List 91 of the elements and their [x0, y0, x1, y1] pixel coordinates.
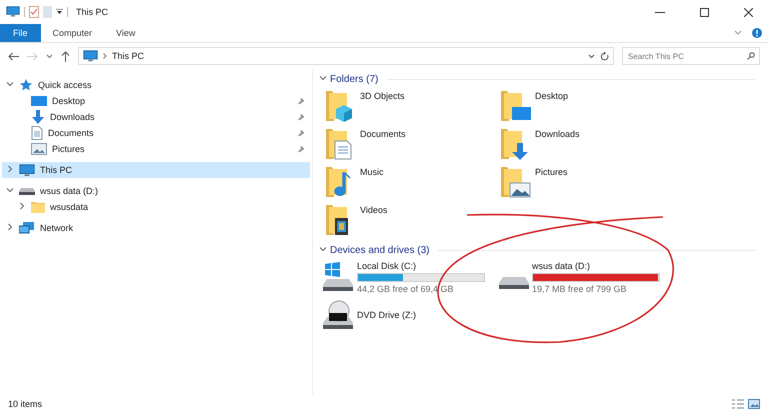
computer-icon	[19, 164, 35, 176]
pin-icon[interactable]	[297, 98, 304, 104]
nav-label: Pictures	[52, 144, 86, 154]
chevron-icon[interactable]	[46, 54, 53, 58]
drive-item[interactable]: DVD Drive (Z:)	[323, 296, 498, 334]
maximize-icon	[700, 8, 708, 16]
drive-icon	[19, 187, 35, 195]
folder-label: Videos	[360, 204, 388, 215]
chevron-icon[interactable]	[319, 245, 327, 253]
nav-label: This PC	[40, 165, 74, 175]
chevron-icon[interactable]	[6, 165, 14, 173]
large-icons-view-icon[interactable]	[748, 399, 760, 409]
dvd-drive-icon	[323, 299, 355, 331]
folder-item[interactable]: Desktop	[498, 87, 673, 125]
up-icon[interactable]	[61, 50, 70, 62]
drive-label: Local Disk (C:)	[357, 260, 418, 270]
folder-item[interactable]: Videos	[323, 201, 498, 239]
window-title: This PC	[76, 7, 108, 17]
section-header[interactable]: Folders (7)	[319, 71, 756, 87]
properties-icon[interactable]	[29, 6, 39, 18]
nav-item[interactable]: Desktop	[2, 93, 310, 109]
ribbon-tab[interactable]: File	[0, 24, 41, 42]
ribbon-tab[interactable]: View	[104, 24, 148, 42]
nav-label: Quick access	[38, 80, 93, 90]
nav-label: Documents	[48, 128, 95, 138]
drive-icon	[323, 261, 355, 293]
folder-icon	[498, 89, 532, 123]
down-arrow-icon	[31, 110, 45, 124]
drive-label: DVD Drive (Z:)	[357, 310, 417, 320]
folder-label: Music	[360, 166, 384, 177]
search-icon	[747, 52, 755, 60]
details-view-icon[interactable]	[732, 399, 744, 409]
computer-icon	[6, 6, 20, 18]
network-icon	[19, 221, 35, 235]
computer-icon	[83, 50, 98, 62]
back-icon[interactable]	[8, 52, 19, 60]
pin-icon[interactable]	[297, 130, 304, 136]
dropdown-icon[interactable]	[56, 9, 63, 15]
section-title: Folders (7)	[330, 74, 378, 84]
chevron-icon[interactable]	[588, 54, 595, 58]
address-bar[interactable]: This PC	[78, 47, 614, 65]
drive-icon	[499, 277, 529, 289]
nav-label: wsus data (D:)	[40, 186, 100, 196]
chevron-icon[interactable]	[6, 80, 14, 88]
close-icon	[744, 8, 752, 16]
chevron-icon	[103, 53, 107, 59]
pin-icon[interactable]	[297, 146, 304, 152]
nav-item[interactable]: wsus data (D:)	[2, 183, 310, 199]
nav-item[interactable]: wsusdata	[2, 199, 310, 215]
folder-label: Documents	[360, 128, 406, 139]
nav-label: Desktop	[52, 96, 86, 106]
folder-label: Desktop	[535, 90, 568, 101]
desktop-icon	[31, 95, 47, 107]
pin-icon[interactable]	[297, 114, 304, 120]
nav-label: Downloads	[50, 112, 96, 122]
nav-item[interactable]: Downloads	[2, 109, 310, 125]
breadcrumb[interactable]: This PC	[112, 51, 144, 61]
document-icon	[31, 126, 43, 140]
nav-item[interactable]: Quick access	[2, 77, 310, 93]
search-field[interactable]: Search This PC	[622, 47, 760, 65]
folder-item[interactable]: Pictures	[498, 163, 673, 201]
ribbon-tab[interactable]: Computer	[40, 24, 104, 42]
help-icon[interactable]	[752, 28, 762, 38]
refresh-icon[interactable]	[600, 51, 609, 61]
nav-label: wsusdata	[50, 202, 90, 212]
folder-label: Downloads	[535, 128, 580, 139]
folder-label: Pictures	[535, 166, 568, 177]
picture-icon	[31, 143, 47, 155]
folder-item[interactable]: Downloads	[498, 125, 673, 163]
nav-item[interactable]: This PC	[2, 162, 310, 178]
folder-icon	[498, 165, 532, 199]
folder-icon	[31, 201, 45, 213]
chevron-icon[interactable]	[6, 223, 14, 231]
folder-label: 3D Objects	[360, 90, 405, 101]
folder-item[interactable]: Music	[323, 163, 498, 201]
folder-item[interactable]: 3D Objects	[323, 87, 498, 125]
section-header[interactable]: Devices and drives (3)	[319, 242, 756, 258]
drive-label: wsus data (D:)	[532, 260, 592, 270]
drive-item[interactable]: wsus data (D:) 19,7 MB free of 799 GB	[498, 258, 673, 296]
nav-label: Network	[40, 223, 74, 233]
chevron-icon[interactable]	[319, 74, 327, 82]
folder-item[interactable]: Documents	[323, 125, 498, 163]
free-space-label: 19,7 MB free of 799 GB	[532, 284, 628, 294]
section-title: Devices and drives (3)	[330, 244, 430, 256]
nav-item[interactable]: Pictures	[2, 141, 310, 157]
nav-item[interactable]: Documents	[2, 125, 310, 141]
drive-item[interactable]: Local Disk (C:) 44,2 GB free of 69,4 GB	[323, 258, 498, 296]
free-space-label: 44,2 GB free of 69,4 GB	[357, 284, 455, 294]
star-icon	[19, 78, 33, 92]
nav-item[interactable]: Network	[2, 220, 310, 236]
item-count: 10 items	[8, 399, 42, 409]
